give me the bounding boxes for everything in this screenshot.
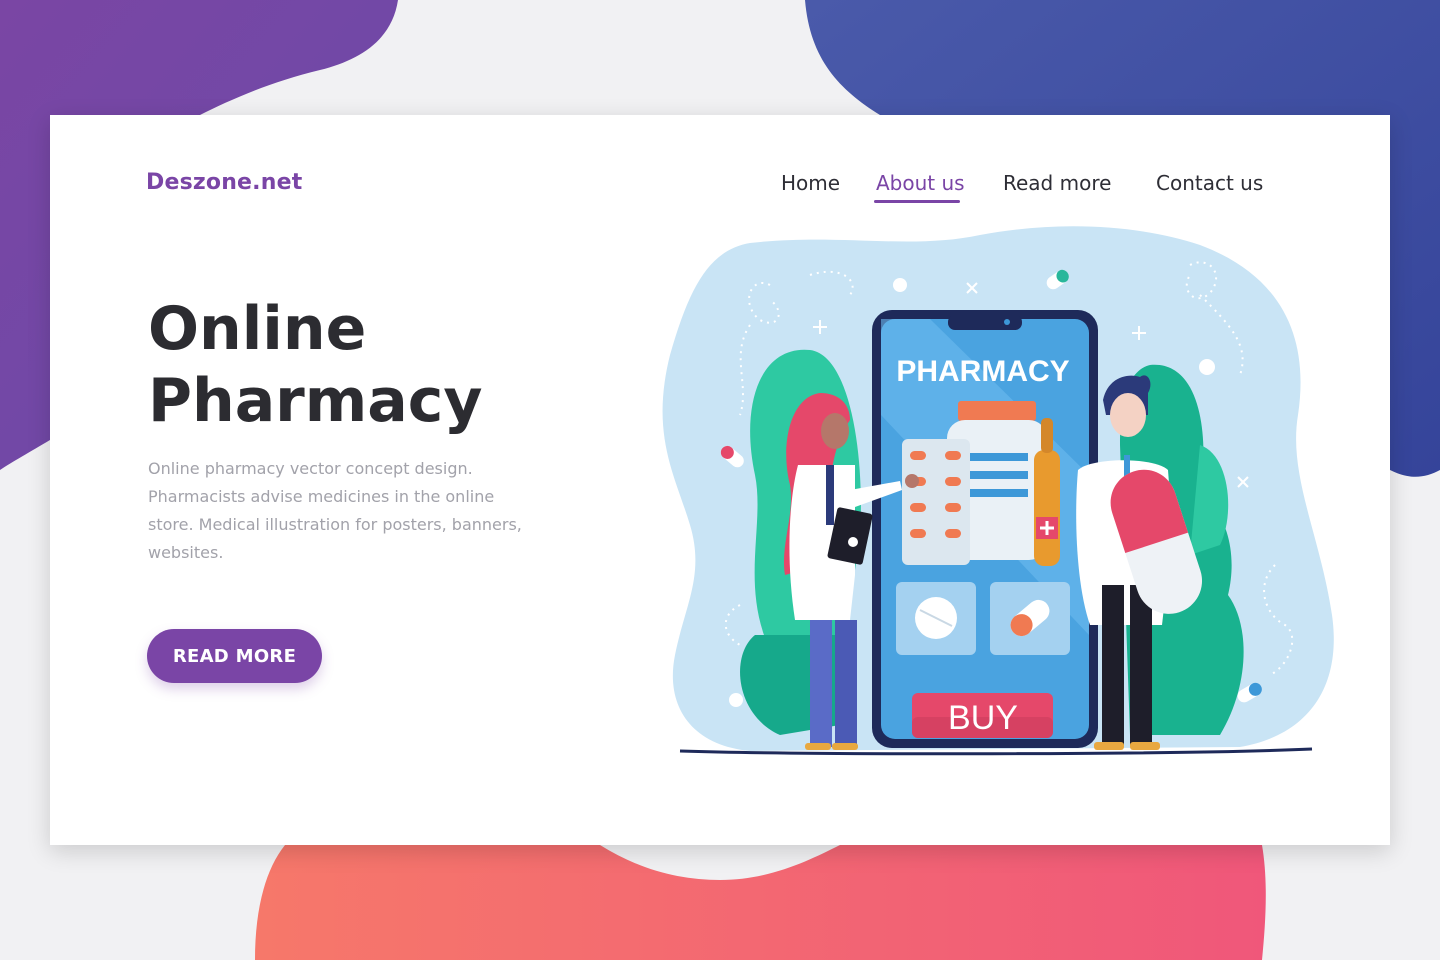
landing-card: Deszone.net Home About us Read more Cont… bbox=[50, 115, 1390, 845]
pharmacy-illustration: PHARMACY BUY bbox=[662, 226, 1334, 756]
coral-blob bbox=[255, 845, 1266, 960]
phone-heading: PHARMACY bbox=[896, 355, 1069, 388]
phone-buy-label: BUY bbox=[948, 699, 1018, 737]
